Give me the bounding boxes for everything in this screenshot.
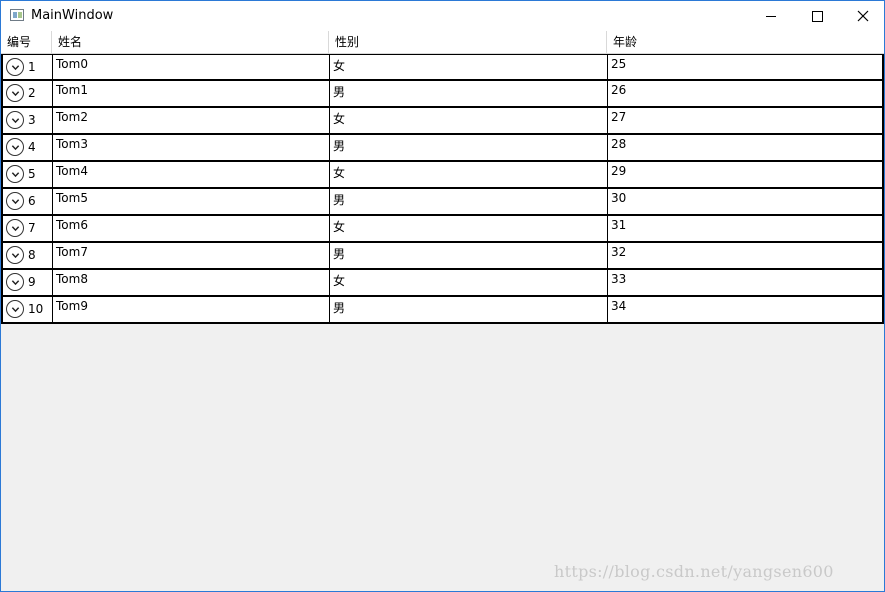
window-title: MainWindow xyxy=(31,8,114,23)
age-cell[interactable]: 26 xyxy=(607,81,884,106)
chevron-down-icon xyxy=(11,198,19,204)
main-window: MainWindow 编号 姓名 性别 年龄 1 Tom0 女 25 2 Tom1 男 26 3… xyxy=(0,0,885,592)
name-cell[interactable]: Tom5 xyxy=(52,189,329,214)
id-cell: 10 xyxy=(3,297,52,322)
table-row[interactable]: 8 Tom7 男 32 xyxy=(1,243,884,270)
row-details-toggle-button[interactable] xyxy=(6,273,24,291)
gender-cell[interactable]: 女 xyxy=(329,216,607,241)
name-cell[interactable]: Tom4 xyxy=(52,162,329,187)
gender-cell[interactable]: 男 xyxy=(329,81,607,106)
name-cell[interactable]: Tom9 xyxy=(52,297,329,322)
table-row[interactable]: 9 Tom8 女 33 xyxy=(1,270,884,297)
data-grid[interactable]: 编号 姓名 性别 年龄 1 Tom0 女 25 2 Tom1 男 26 3 Tom2 女 27 4 Tom… xyxy=(1,31,884,324)
table-row[interactable]: 5 Tom4 女 29 xyxy=(1,162,884,189)
row-id: 6 xyxy=(28,194,36,208)
row-details-toggle-button[interactable] xyxy=(6,246,24,264)
row-details-toggle-button[interactable] xyxy=(6,192,24,210)
table-row[interactable]: 7 Tom6 女 31 xyxy=(1,216,884,243)
gender-cell[interactable]: 女 xyxy=(329,162,607,187)
chevron-down-icon xyxy=(11,64,19,70)
row-details-toggle-button[interactable] xyxy=(6,138,24,156)
row-details-toggle-button[interactable] xyxy=(6,84,24,102)
row-id: 8 xyxy=(28,248,36,262)
id-cell: 3 xyxy=(3,108,52,133)
id-cell: 7 xyxy=(3,216,52,241)
id-cell: 2 xyxy=(3,81,52,106)
chevron-down-icon xyxy=(11,279,19,285)
minimize-icon xyxy=(766,15,776,17)
row-details-toggle-button[interactable] xyxy=(6,165,24,183)
maximize-button[interactable] xyxy=(794,1,840,31)
title-bar[interactable]: MainWindow xyxy=(1,1,884,31)
table-row[interactable]: 3 Tom2 女 27 xyxy=(1,108,884,135)
table-row[interactable]: 1 Tom0 女 25 xyxy=(1,54,884,81)
name-cell[interactable]: Tom2 xyxy=(52,108,329,133)
gender-cell[interactable]: 女 xyxy=(329,270,607,295)
age-cell[interactable]: 30 xyxy=(607,189,884,214)
watermark-text: https://blog.csdn.net/yangsen600 xyxy=(554,562,834,581)
column-header-name[interactable]: 姓名 xyxy=(52,31,329,53)
age-cell[interactable]: 31 xyxy=(607,216,884,241)
table-row[interactable]: 10 Tom9 男 34 xyxy=(1,297,884,324)
row-details-toggle-button[interactable] xyxy=(6,300,24,318)
gender-cell[interactable]: 男 xyxy=(329,135,607,160)
grid-header: 编号 姓名 性别 年龄 xyxy=(1,31,884,54)
close-icon xyxy=(857,10,869,22)
close-button[interactable] xyxy=(840,1,884,31)
chevron-down-icon xyxy=(11,306,19,312)
row-id: 2 xyxy=(28,86,36,100)
row-id: 1 xyxy=(28,60,36,74)
column-header-gender[interactable]: 性别 xyxy=(329,31,607,53)
column-header-age[interactable]: 年龄 xyxy=(607,31,884,53)
chevron-down-icon xyxy=(11,117,19,123)
chevron-down-icon xyxy=(11,225,19,231)
maximize-icon xyxy=(811,10,823,22)
name-cell[interactable]: Tom7 xyxy=(52,243,329,268)
column-header-id[interactable]: 编号 xyxy=(1,31,52,53)
grid-rows: 1 Tom0 女 25 2 Tom1 男 26 3 Tom2 女 27 4 Tom3 男 28 5 Tom4 女 29… xyxy=(1,54,884,324)
table-row[interactable]: 4 Tom3 男 28 xyxy=(1,135,884,162)
name-cell[interactable]: Tom6 xyxy=(52,216,329,241)
name-cell[interactable]: Tom3 xyxy=(52,135,329,160)
id-cell: 8 xyxy=(3,243,52,268)
id-cell: 4 xyxy=(3,135,52,160)
gender-cell[interactable]: 男 xyxy=(329,243,607,268)
chevron-down-icon xyxy=(11,171,19,177)
row-details-toggle-button[interactable] xyxy=(6,111,24,129)
age-cell[interactable]: 29 xyxy=(607,162,884,187)
age-cell[interactable]: 33 xyxy=(607,270,884,295)
app-window-icon xyxy=(10,9,24,21)
id-cell: 1 xyxy=(3,55,52,80)
age-cell[interactable]: 25 xyxy=(607,55,884,80)
id-cell: 9 xyxy=(3,270,52,295)
row-id: 7 xyxy=(28,221,36,235)
gender-cell[interactable]: 男 xyxy=(329,297,607,322)
row-id: 4 xyxy=(28,140,36,154)
id-cell: 5 xyxy=(3,162,52,187)
id-cell: 6 xyxy=(3,189,52,214)
minimize-button[interactable] xyxy=(748,1,794,31)
row-id: 5 xyxy=(28,167,36,181)
age-cell[interactable]: 28 xyxy=(607,135,884,160)
row-id: 3 xyxy=(28,113,36,127)
gender-cell[interactable]: 女 xyxy=(329,55,607,80)
row-details-toggle-button[interactable] xyxy=(6,219,24,237)
chevron-down-icon xyxy=(11,252,19,258)
name-cell[interactable]: Tom1 xyxy=(52,81,329,106)
chevron-down-icon xyxy=(11,144,19,150)
table-row[interactable]: 6 Tom5 男 30 xyxy=(1,189,884,216)
age-cell[interactable]: 34 xyxy=(607,297,884,322)
gender-cell[interactable]: 女 xyxy=(329,108,607,133)
chevron-down-icon xyxy=(11,90,19,96)
name-cell[interactable]: Tom8 xyxy=(52,270,329,295)
age-cell[interactable]: 32 xyxy=(607,243,884,268)
age-cell[interactable]: 27 xyxy=(607,108,884,133)
row-details-toggle-button[interactable] xyxy=(6,58,24,76)
row-id: 9 xyxy=(28,275,36,289)
table-row[interactable]: 2 Tom1 男 26 xyxy=(1,81,884,108)
name-cell[interactable]: Tom0 xyxy=(52,55,329,80)
gender-cell[interactable]: 男 xyxy=(329,189,607,214)
row-id: 10 xyxy=(28,302,44,316)
